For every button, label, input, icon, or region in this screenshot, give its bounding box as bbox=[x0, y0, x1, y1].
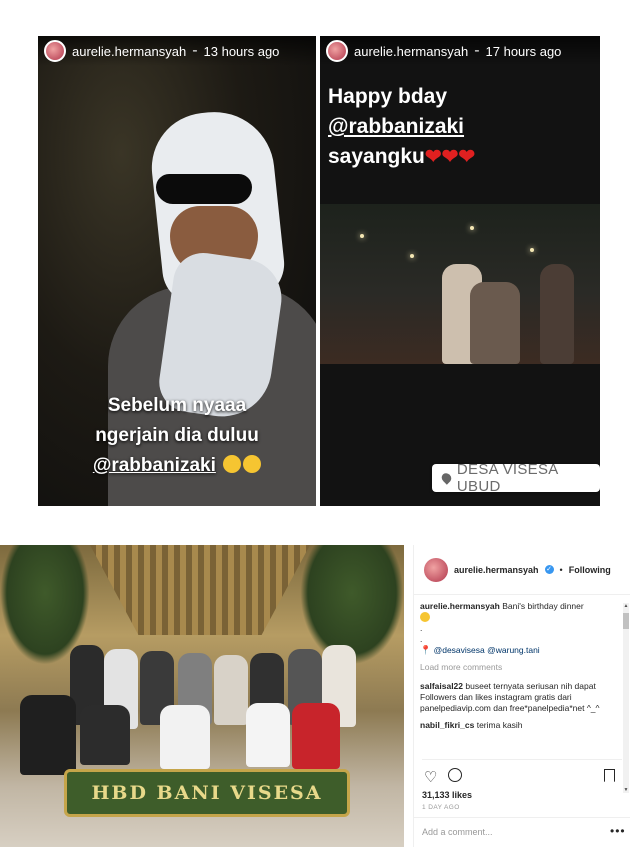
post-time: 1 DAY AGO bbox=[422, 804, 460, 811]
caption-mention[interactable]: @rabbanizaki bbox=[93, 455, 216, 476]
post-caption: aurelie.hermansyah Bani's birthday dinne… bbox=[420, 601, 620, 656]
yum-emoji-icon bbox=[420, 612, 430, 622]
comment: nabil_fikri_cs terima kasih bbox=[420, 720, 620, 731]
story-separator: - bbox=[192, 42, 198, 59]
birthday-banner: HBD BANI VISESA bbox=[64, 769, 350, 817]
add-comment-input[interactable]: Add a comment... bbox=[422, 827, 493, 837]
heart-emoji-icon: ❤❤❤ bbox=[424, 146, 476, 168]
birthday-text: Happy bday @rabbanizaki sayangku❤❤❤ bbox=[328, 82, 475, 172]
location-sticker[interactable]: DESA VISESA UBUD bbox=[432, 461, 600, 495]
comment-text: terima kasih bbox=[476, 720, 523, 730]
string-light bbox=[470, 226, 474, 230]
group-person bbox=[246, 703, 290, 767]
story-left[interactable]: aurelie.hermansyah - 13 hours ago Sebelu… bbox=[38, 36, 316, 506]
birthday-mention[interactable]: @rabbanizaki bbox=[328, 112, 475, 142]
caption-line-3: @rabbanizaki bbox=[38, 451, 316, 481]
scroll-down-arrow-icon[interactable]: ▼ bbox=[623, 787, 629, 793]
group-person bbox=[292, 703, 340, 769]
story-header: aurelie.hermansyah - 13 hours ago bbox=[38, 36, 316, 66]
caption-line-2: ngerjain dia duluu bbox=[95, 425, 259, 446]
caption-dot: . bbox=[420, 634, 423, 644]
story-timestamp: 17 hours ago bbox=[485, 43, 562, 59]
birthday-line-1: Happy bday bbox=[328, 85, 448, 108]
caption-tags: 📍 @desavisesa @warung.tani bbox=[420, 645, 620, 656]
smile-emoji-icon bbox=[243, 455, 262, 473]
location-pin-icon bbox=[439, 471, 454, 485]
story-username[interactable]: aurelie.hermansyah bbox=[72, 44, 186, 59]
post-photo[interactable]: HBD BANI VISESA bbox=[0, 545, 404, 847]
comment-username[interactable]: nabil_fikri_cs bbox=[420, 720, 474, 730]
avatar[interactable] bbox=[44, 40, 66, 62]
caption-username[interactable]: aurelie.hermansyah bbox=[420, 601, 500, 611]
avatar[interactable] bbox=[424, 557, 448, 582]
caption-text: Bani's birthday dinner bbox=[502, 601, 584, 611]
post-header: aurelie.hermansyah ✓ • Following bbox=[414, 545, 630, 595]
location-text: DESA VISESA UBUD bbox=[456, 461, 558, 495]
string-light bbox=[530, 248, 534, 252]
comments-scrollbar[interactable]: ▲ ▼ bbox=[623, 603, 629, 793]
story-separator: - bbox=[474, 42, 480, 59]
story-caption: Sebelum nyaaa ngerjain dia duluu @rabban… bbox=[38, 391, 316, 481]
story-username[interactable]: aurelie.hermansyah bbox=[354, 44, 468, 59]
location-pin-icon: 📍 bbox=[420, 645, 432, 655]
more-options-icon[interactable]: ••• bbox=[610, 824, 626, 838]
string-light bbox=[410, 254, 414, 258]
comment: salfaisal22 buseet ternyata seriusan nih… bbox=[420, 681, 620, 714]
tag-link[interactable]: @desavisesa bbox=[434, 645, 485, 655]
party-person bbox=[470, 282, 520, 364]
caption-dot: . bbox=[420, 623, 423, 633]
story-header: aurelie.hermansyah - 17 hours ago bbox=[320, 36, 600, 66]
likes-count[interactable]: 31,133 likes bbox=[422, 790, 472, 800]
post-actions: ♡ bbox=[422, 759, 622, 786]
party-person bbox=[540, 264, 574, 364]
group-person bbox=[20, 695, 76, 775]
avatar[interactable] bbox=[326, 40, 348, 62]
post-panel: aurelie.hermansyah ✓ • Following aurelie… bbox=[413, 545, 630, 847]
string-light bbox=[360, 234, 364, 238]
add-comment-bar: Add a comment... ••• bbox=[414, 817, 630, 848]
post-username[interactable]: aurelie.hermansyah bbox=[454, 565, 539, 575]
banner-text: HBD BANI VISESA bbox=[91, 782, 323, 804]
pavilion-roof bbox=[90, 545, 310, 635]
verified-icon: ✓ bbox=[544, 565, 554, 574]
group-person bbox=[214, 655, 248, 725]
load-more-comments[interactable]: Load more comments bbox=[420, 662, 620, 673]
party-photo bbox=[320, 204, 600, 364]
smile-emoji-icon bbox=[223, 455, 242, 473]
comment-icon[interactable] bbox=[448, 768, 462, 782]
group-person bbox=[80, 705, 130, 765]
caption-line-1: Sebelum nyaaa bbox=[107, 395, 247, 416]
heart-icon[interactable]: ♡ bbox=[424, 768, 437, 786]
bookmark-icon[interactable] bbox=[604, 769, 615, 782]
birthday-line-3: sayangku❤❤❤ bbox=[328, 142, 475, 172]
separator-dot: • bbox=[559, 564, 563, 575]
story-right[interactable]: aurelie.hermansyah - 17 hours ago Happy … bbox=[320, 36, 600, 506]
tag-link[interactable]: @warung.tani bbox=[487, 645, 540, 655]
following-button[interactable]: Following bbox=[569, 565, 611, 575]
story-timestamp: 13 hours ago bbox=[203, 43, 280, 59]
sunglasses bbox=[156, 174, 252, 204]
palm-tree bbox=[300, 545, 404, 665]
scroll-up-arrow-icon[interactable]: ▲ bbox=[623, 603, 629, 609]
scroll-thumb[interactable] bbox=[623, 613, 629, 629]
birthday-sayang: sayangku bbox=[328, 145, 425, 168]
group-person bbox=[160, 705, 210, 769]
comments-list: aurelie.hermansyah Bani's birthday dinne… bbox=[420, 601, 620, 737]
comment-username[interactable]: salfaisal22 bbox=[420, 681, 463, 691]
